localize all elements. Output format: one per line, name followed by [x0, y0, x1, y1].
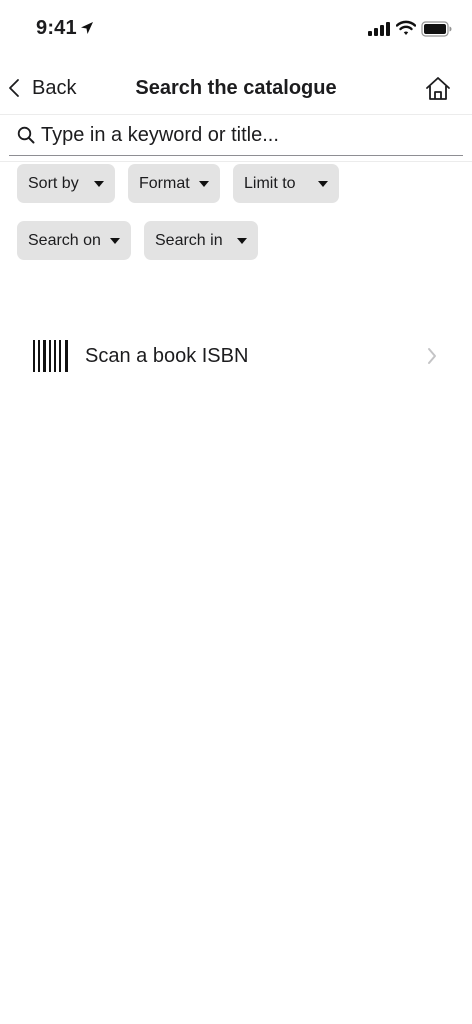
caret-down-icon	[199, 181, 209, 187]
page-title: Search the catalogue	[135, 77, 337, 99]
scan-label: Scan a book ISBN	[85, 345, 249, 367]
caret-down-icon	[110, 238, 120, 244]
navigation-bar: Back Search the catalogue	[0, 62, 472, 115]
limit-to-dropdown[interactable]: Limit to	[233, 164, 339, 203]
home-icon	[426, 77, 450, 100]
scan-isbn-row[interactable]: Scan a book ISBN	[0, 330, 472, 384]
search-icon	[17, 126, 35, 144]
caret-down-icon	[94, 181, 104, 187]
wifi-icon	[396, 20, 416, 35]
location-arrow-icon	[81, 22, 93, 34]
divider	[0, 161, 472, 162]
search-on-dropdown[interactable]: Search on	[17, 221, 131, 260]
battery-icon	[421, 21, 452, 37]
signal-icon	[368, 22, 390, 36]
home-button[interactable]	[424, 75, 452, 103]
format-dropdown[interactable]: Format	[128, 164, 220, 203]
sort-by-dropdown[interactable]: Sort by	[17, 164, 115, 203]
sort-by-label: Sort by	[28, 174, 79, 192]
search-in-label: Search in	[155, 231, 223, 249]
chevron-right-icon	[428, 348, 436, 364]
format-label: Format	[139, 174, 190, 192]
caret-down-icon	[318, 181, 328, 187]
limit-to-label: Limit to	[244, 174, 296, 192]
status-bar: 9:41	[0, 0, 472, 60]
search-bar	[9, 115, 463, 156]
search-in-dropdown[interactable]: Search in	[144, 221, 258, 260]
search-on-label: Search on	[28, 231, 101, 249]
caret-down-icon	[237, 238, 247, 244]
barcode-icon	[33, 340, 68, 372]
status-time: 9:41	[36, 17, 77, 39]
search-input[interactable]	[41, 123, 441, 147]
